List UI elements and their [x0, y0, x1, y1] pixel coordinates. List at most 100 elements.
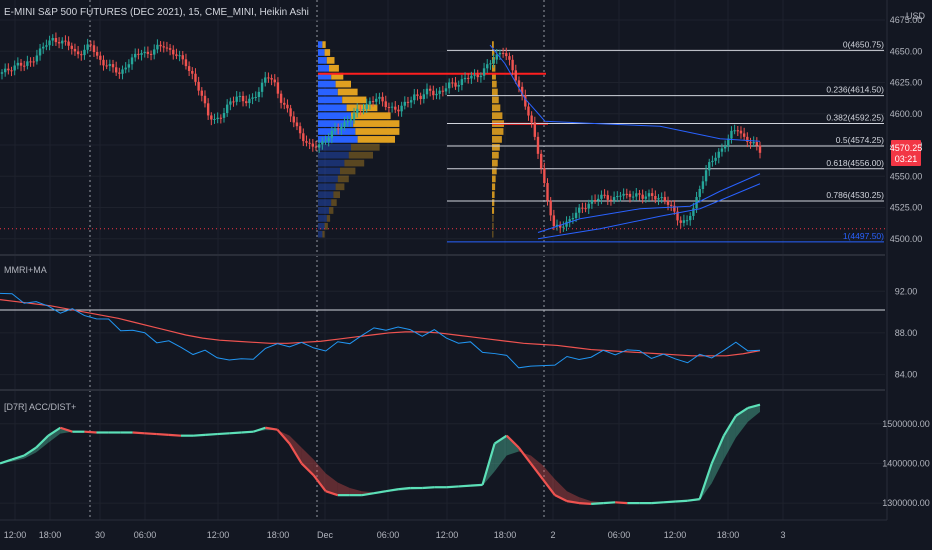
volume-profile-down-row	[340, 167, 356, 175]
candle-down	[593, 200, 597, 202]
candle-up	[317, 144, 321, 148]
candle-up	[457, 84, 460, 87]
candle-down	[467, 77, 470, 79]
candle-up	[730, 130, 733, 139]
candle-down	[114, 67, 118, 73]
volume-profile-up-row	[318, 88, 338, 96]
candle-up	[660, 197, 663, 199]
candle-down	[289, 108, 292, 117]
candle-up	[425, 88, 429, 95]
candle-down	[530, 115, 533, 123]
candle-up	[685, 220, 689, 222]
time-tick-label: 06:00	[134, 530, 157, 540]
candle-down	[536, 136, 540, 154]
candle-up	[108, 64, 112, 66]
candle-down	[197, 81, 200, 91]
chart-title: E-MINI S&P 500 FUTURES (DEC 2021), 15, C…	[4, 7, 309, 18]
fibonacci-level-label: 0.5(4574.25)	[836, 135, 884, 145]
price-axis[interactable]: USD 4675.004650.004625.004600.004575.004…	[882, 0, 932, 520]
volume-profile-down-row	[357, 136, 395, 143]
candle-up	[600, 194, 603, 199]
fibonacci-level-label: 0.618(4556.00)	[826, 158, 884, 168]
candle-down	[749, 141, 752, 144]
candle-down	[543, 168, 546, 184]
chart-canvas[interactable]: 0(4650.75) 0.236(4614.50) 0.382(4592.25) 0.…	[0, 0, 932, 550]
candle-down	[95, 52, 99, 56]
candle-down	[625, 193, 628, 195]
candle-up	[26, 61, 29, 66]
volume-profile-down-row	[342, 96, 367, 104]
time-tick-label: 2	[550, 530, 555, 540]
volume-profile-down-row	[322, 230, 325, 238]
volume-profile-up-row	[318, 159, 345, 167]
candle-down	[609, 199, 613, 201]
candle-up	[238, 95, 242, 97]
candle-up	[489, 63, 492, 65]
candle-down	[739, 130, 743, 134]
price-tick-label: 1400000.00	[882, 458, 930, 468]
price-tick-label: 4675.00	[890, 15, 923, 25]
candle-up	[333, 128, 337, 131]
volume-profile-up-row	[318, 136, 358, 143]
session-volume-row	[492, 215, 494, 222]
accdist-line-segment	[422, 486, 435, 490]
candle-up	[733, 130, 736, 132]
candle-up	[571, 218, 575, 220]
time-tick-label: 18:00	[717, 530, 740, 540]
volume-profile-up-row	[318, 143, 351, 151]
candle-down	[219, 117, 223, 119]
candle-down	[137, 53, 140, 55]
candle-up	[140, 53, 143, 55]
candle-down	[755, 141, 759, 146]
candle-down	[200, 90, 204, 96]
candle-up	[473, 74, 476, 76]
candle-down	[194, 73, 197, 82]
candle-down	[206, 103, 210, 116]
candle-down	[311, 143, 315, 147]
volume-profile-up-row	[318, 41, 323, 48]
accdist-line-segment	[144, 432, 157, 436]
accdist-line-segment	[168, 433, 182, 437]
candle-down	[679, 220, 682, 223]
candle-up	[16, 62, 20, 66]
volume-profile-up-row	[318, 199, 332, 206]
candle-up	[622, 193, 625, 196]
volume-profile-down-row	[344, 159, 365, 167]
candle-up	[463, 77, 467, 80]
accdist-line-segment	[241, 430, 254, 434]
volume-profile-up-row	[318, 191, 334, 199]
candle-down	[80, 54, 83, 56]
candle-down	[7, 68, 10, 71]
candle-up	[597, 198, 600, 201]
candle-up	[378, 96, 381, 99]
candle-up	[714, 157, 717, 161]
candle-up	[45, 45, 48, 47]
session-volume-row	[492, 175, 496, 183]
candle-down	[533, 122, 537, 137]
candle-down	[305, 141, 308, 143]
accdist-line-segment	[591, 502, 604, 505]
candle-up	[574, 212, 578, 219]
volume-profile-up-row	[318, 128, 356, 135]
session-volume-row	[492, 207, 495, 214]
volume-profile-down-row	[333, 191, 340, 199]
volume-profile-down-row	[324, 222, 328, 230]
volume-profile-up-row	[318, 151, 349, 159]
candle-down	[184, 59, 188, 67]
candle-down	[451, 82, 454, 84]
candle-down	[441, 90, 445, 92]
candle-up	[352, 113, 356, 120]
accdist-line-segment	[156, 432, 169, 436]
candle-up	[400, 105, 403, 112]
candle-down	[742, 133, 746, 137]
time-tick-label: 06:00	[377, 530, 400, 540]
candle-up	[482, 68, 486, 76]
candle-down	[64, 40, 67, 42]
candle-down	[162, 46, 165, 48]
candle-down	[476, 74, 479, 78]
candle-up	[264, 77, 267, 83]
volume-profile-up-row	[318, 104, 347, 112]
candle-down	[650, 193, 654, 196]
candle-up	[644, 196, 648, 199]
volume-profile-down-row	[331, 199, 337, 206]
